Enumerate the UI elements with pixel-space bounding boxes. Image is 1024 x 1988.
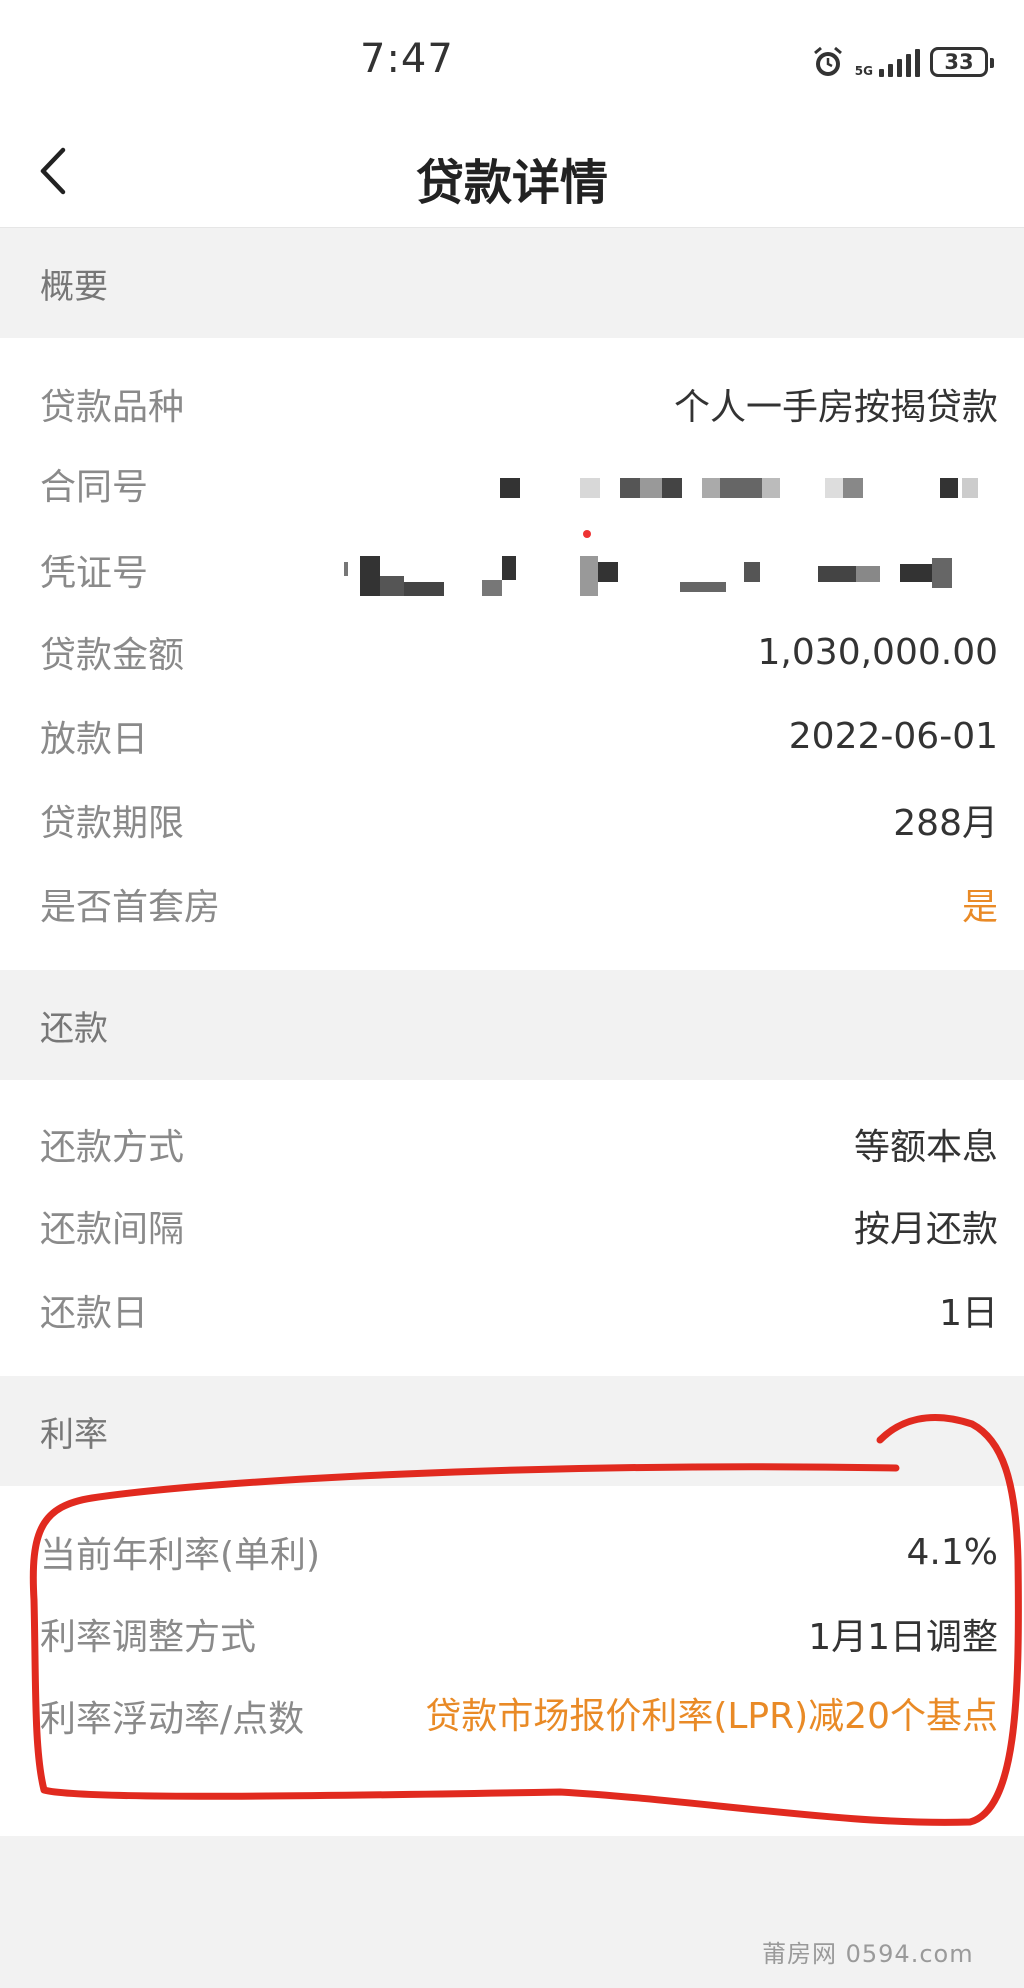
row-value: 1日 (939, 1293, 998, 1334)
row-value: 个人一手房按揭贷款 (673, 387, 998, 428)
status-icons: 5G 33 (811, 44, 994, 80)
section-header-overview: 概要 (0, 228, 1024, 338)
row-label: 贷款品种 (40, 387, 185, 428)
watermark: 莆房网 0594.com (762, 1940, 974, 1968)
row-loan-term: 贷款期限 288月 (40, 790, 998, 850)
status-bar: 7:47 5G 33 (0, 0, 1024, 115)
row-first-home: 是否首套房 是 (40, 874, 998, 934)
row-label: 贷款期限 (40, 803, 185, 844)
network-type: 5G (854, 64, 873, 78)
row-label: 放款日 (40, 719, 149, 760)
row-value: 288月 (893, 803, 998, 844)
row-label: 利率调整方式 (40, 1617, 257, 1658)
section-header-interest: 利率 (0, 1376, 1024, 1486)
alarm-icon (813, 46, 842, 76)
row-label: 还款间隔 (40, 1209, 185, 1250)
row-repayment-day: 还款日 1日 (40, 1280, 998, 1340)
row-rate-adjustment: 利率调整方式 1月1日调整 (40, 1604, 998, 1664)
row-label: 还款日 (40, 1293, 149, 1334)
row-value: 1月1日调整 (808, 1617, 998, 1658)
row-disbursement-date: 放款日 2022-06-01 (40, 706, 998, 766)
row-loan-amount: 贷款金额 1,030,000.00 (40, 622, 998, 682)
row-value: 2022-06-01 (788, 715, 998, 757)
row-repayment-method: 还款方式 等额本息 (40, 1114, 998, 1174)
row-repayment-interval: 还款间隔 按月还款 (40, 1196, 998, 1256)
row-label: 利率浮动率/点数 (40, 1699, 305, 1740)
section-header-repayment: 还款 (0, 970, 1024, 1080)
row-label: 凭证号 (40, 553, 149, 594)
row-current-rate: 当前年利率(单利) 4.1% (40, 1522, 998, 1582)
signal-icon: 5G (855, 47, 920, 77)
row-label: 合同号 (40, 467, 149, 508)
row-value: 等额本息 (853, 1127, 998, 1168)
status-time: 7:47 (360, 36, 454, 82)
row-label: 是否首套房 (40, 887, 221, 928)
row-value: 按月还款 (853, 1209, 998, 1250)
row-label: 贷款金额 (40, 635, 185, 676)
nav-bar: 贷款详情 (0, 115, 1024, 228)
rate-float-value: 贷款市场报价利率(LPR)减20个基点 (425, 1696, 998, 1737)
row-value: 1,030,000.00 (757, 631, 998, 673)
row-loan-type: 贷款品种 个人一手房按揭贷款 (40, 374, 998, 434)
battery-icon: 33 (930, 47, 994, 77)
row-value: 4.1% (906, 1531, 998, 1573)
first-home-status: 是 (961, 887, 998, 928)
row-label: 当前年利率(单利) (40, 1535, 321, 1576)
battery-level: 33 (944, 50, 974, 74)
row-label: 还款方式 (40, 1127, 185, 1168)
page-title: 贷款详情 (415, 155, 608, 211)
